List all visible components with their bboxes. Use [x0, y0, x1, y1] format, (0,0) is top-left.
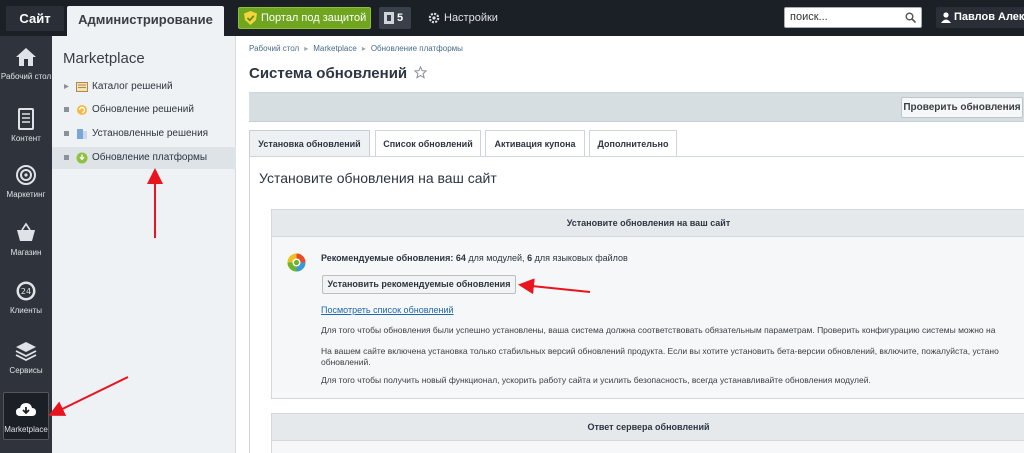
tab-updates-list[interactable]: Список обновлений [375, 130, 481, 156]
security-advice-text: Для того чтобы получить новый функционал… [321, 375, 871, 385]
rail-item-label: Сервисы [9, 366, 43, 375]
user-name: Павлов Александр [954, 11, 1024, 23]
svg-text:24: 24 [21, 287, 31, 296]
rail-item-marketplace[interactable]: Marketplace [3, 392, 49, 440]
install-updates-panel: Установите обновления на ваш сайт [271, 209, 1024, 399]
notifications-button[interactable]: 5 [379, 7, 411, 29]
content-title: Установите обновления на ваш сайт [259, 170, 497, 186]
rail-item-label: Рабочий стол [0, 72, 52, 81]
menu-item-solutions-update[interactable]: Обновление решений [52, 99, 236, 121]
home-icon [16, 48, 36, 66]
beta-versions-text-cont: обновлений. [321, 357, 371, 367]
cloud-download-icon [16, 403, 36, 416]
tab-install-updates[interactable]: Установка обновлений [249, 130, 370, 156]
breadcrumb-separator: ▸ [304, 44, 309, 53]
breadcrumb-item[interactable]: Рабочий стол [249, 44, 299, 53]
menu-title: Marketplace [63, 50, 145, 67]
layers-icon [15, 342, 37, 362]
rail-item-label: Клиенты [9, 306, 43, 315]
rail-item-content[interactable]: Контент [0, 108, 52, 143]
breadcrumb-separator: ▸ [361, 44, 366, 53]
search-input[interactable]: поиск... [784, 7, 922, 28]
installed-solutions-icon [77, 129, 87, 139]
recommended-text: для языковых файлов [532, 253, 628, 263]
tab-additional[interactable]: Дополнительно [589, 130, 677, 156]
rail-item-label: Маркетинг [6, 190, 46, 199]
beta-versions-text: На вашем сайте включена установка только… [321, 346, 999, 356]
updates-globe-icon [287, 253, 306, 272]
rail-item-label: Marketplace [4, 425, 48, 434]
tab-coupon-activation[interactable]: Активация купона [485, 130, 585, 156]
search-placeholder: поиск... [790, 11, 828, 23]
recommended-updates-text: Рекомендуемые обновления: 64 для модулей… [321, 253, 628, 263]
rail-item-clients[interactable]: 24 Клиенты [0, 280, 52, 315]
panel-header: Установите обновления на ваш сайт [272, 210, 1024, 237]
view-updates-list-link[interactable]: Посмотреть список обновлений [321, 305, 454, 315]
server-response-panel: Ответ сервера обновлений [271, 413, 1024, 453]
catalog-icon [76, 82, 88, 92]
breadcrumb: Рабочий стол ▸ Marketplace ▸ Обновление плат… [249, 44, 463, 53]
bullet-icon [64, 131, 69, 136]
platform-update-icon [76, 152, 88, 164]
menu-item-label: Каталог решений [92, 81, 173, 92]
rail-item-desktop[interactable]: Рабочий стол [0, 46, 52, 81]
portal-protected-button[interactable]: Портал под защитой [238, 7, 371, 29]
main-nav-rail: Рабочий стол Контент Маркетинг Магазин 2… [0, 36, 52, 453]
basket-icon [17, 222, 35, 241]
user-menu[interactable]: Павлов Александр [936, 7, 1024, 28]
favorite-star-icon[interactable] [414, 66, 427, 79]
menu-item-label: Обновление платформы [92, 152, 208, 163]
settings-label: Настройки [444, 12, 498, 24]
bullet-icon [64, 155, 69, 160]
breadcrumb-item[interactable]: Обновление платформы [371, 44, 463, 53]
shield-icon [244, 11, 257, 25]
menu-item-platform-update[interactable]: Обновление платформы [52, 147, 236, 169]
tab-admin[interactable]: Администрирование [67, 6, 224, 36]
requirements-text: Для того чтобы обновления были успешно у… [321, 325, 996, 335]
settings-button[interactable]: Настройки [428, 8, 498, 28]
user-icon [941, 12, 951, 23]
rail-item-label: Контент [11, 134, 41, 143]
menu-item-label: Установленные решения [92, 128, 209, 139]
bullet-icon [64, 107, 69, 112]
document-icon [18, 108, 34, 130]
marketplace-menu: Marketplace Каталог решений Обновление р… [52, 36, 236, 453]
search-icon[interactable] [905, 12, 916, 23]
install-recommended-button[interactable]: Установить рекомендуемые обновления [322, 275, 516, 294]
notifications-count: 5 [397, 12, 404, 24]
breadcrumb-item[interactable]: Marketplace [313, 44, 357, 53]
menu-item-label: Обновление решений [92, 104, 194, 115]
menu-item-installed[interactable]: Установленные решения [52, 123, 236, 145]
target-icon [16, 165, 36, 185]
recommended-text: для модулей, [465, 253, 528, 263]
menu-item-catalog[interactable]: Каталог решений [52, 76, 236, 98]
check-updates-button[interactable]: Проверить обновления [901, 97, 1023, 118]
tab-site[interactable]: Сайт [6, 6, 64, 31]
recommended-modules-count: Рекомендуемые обновления: 64 [321, 253, 466, 263]
gear-icon [428, 12, 440, 24]
rail-item-shop[interactable]: Магазин [0, 222, 52, 257]
rail-item-services[interactable]: Сервисы [0, 340, 52, 375]
panel-header: Ответ сервера обновлений [272, 414, 1024, 441]
top-bar: Сайт Администрирование Портал под защито… [0, 0, 1024, 36]
clock-24-icon: 24 [16, 281, 36, 301]
rail-item-marketing[interactable]: Маркетинг [0, 164, 52, 199]
rail-item-label: Магазин [10, 248, 42, 257]
flag-icon [384, 12, 394, 24]
expand-arrow-icon[interactable] [64, 84, 69, 89]
portal-protected-label: Портал под защитой [261, 12, 367, 24]
refresh-icon [77, 105, 87, 115]
page-title: Система обновлений [249, 65, 408, 82]
